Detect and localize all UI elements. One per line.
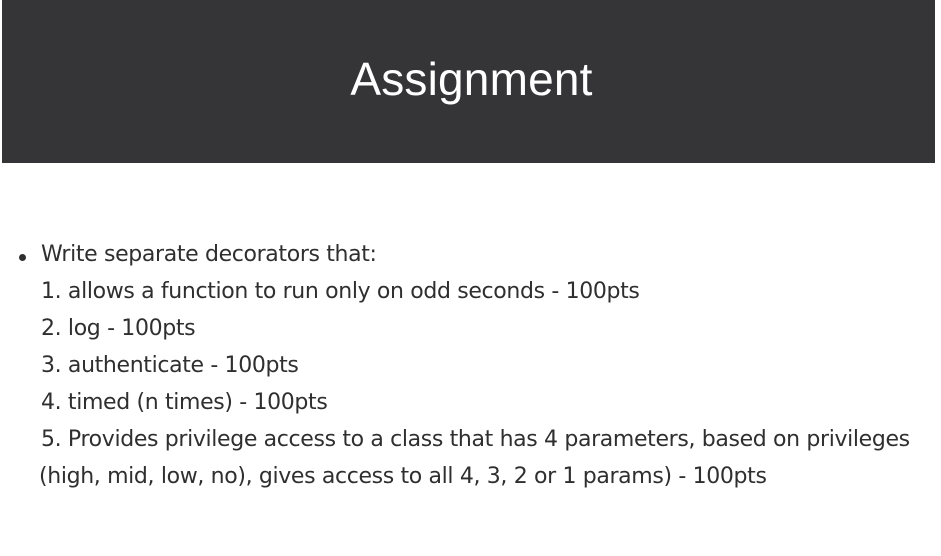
bullet-icon bbox=[19, 254, 26, 261]
list-item-1: 1. allows a function to run only on odd … bbox=[41, 279, 640, 304]
slide-body: Write separate decorators that: 1. allow… bbox=[0, 236, 941, 495]
list-item-5: 5. Provides privilege access to a class … bbox=[41, 427, 910, 452]
list-item-2: 2. log - 100pts bbox=[41, 316, 196, 341]
bullet-intro-text: Write separate decorators that: bbox=[41, 242, 377, 267]
list-item-3: 3. authenticate - 100pts bbox=[41, 353, 299, 378]
list-item-4: 4. timed (n times) - 100pts bbox=[41, 390, 328, 415]
title-banner: Assignment bbox=[2, 0, 935, 163]
slide-title: Assignment bbox=[350, 52, 593, 105]
slide: Assignment Write separate decorators tha… bbox=[0, 0, 941, 556]
bullet-list-item: Write separate decorators that: 1. allow… bbox=[0, 236, 941, 495]
list-item-5-continuation: (high, mid, low, no), gives access to al… bbox=[39, 464, 767, 489]
